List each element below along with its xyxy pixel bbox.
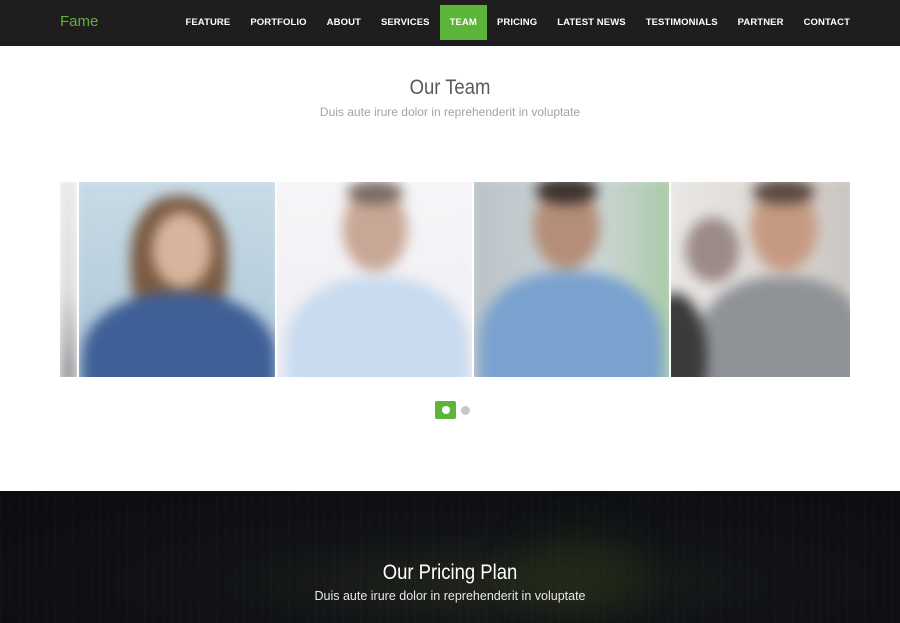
team-member-photo[interactable] bbox=[79, 182, 275, 377]
nav-item-testimonials[interactable]: TESTIMONIALS bbox=[636, 5, 728, 40]
nav-item-pricing[interactable]: PRICING bbox=[487, 5, 547, 40]
navbar: Fame FEATURE PORTFOLIO ABOUT SERVICES TE… bbox=[0, 0, 900, 46]
dot-indicator-icon bbox=[441, 406, 450, 414]
carousel-dot-active[interactable] bbox=[435, 401, 456, 419]
background-texture bbox=[0, 491, 900, 623]
nav-item-feature[interactable]: FEATURE bbox=[175, 5, 240, 40]
pricing-section-subtitle: Duis aute irure dolor in reprehenderit i… bbox=[314, 589, 586, 603]
nav-item-portfolio[interactable]: PORTFOLIO bbox=[240, 5, 316, 40]
brand-logo[interactable]: Fame bbox=[60, 13, 98, 30]
pricing-section: Our Pricing Plan Duis aute irure dolor i… bbox=[0, 491, 900, 623]
team-member-photo[interactable] bbox=[671, 182, 850, 377]
team-member-photo[interactable] bbox=[277, 182, 472, 377]
nav-item-about[interactable]: ABOUT bbox=[317, 5, 371, 40]
team-member-photo[interactable] bbox=[474, 182, 669, 377]
carousel-dot[interactable] bbox=[461, 405, 470, 415]
carousel-pagination bbox=[435, 401, 470, 419]
main-nav: FEATURE PORTFOLIO ABOUT SERVICES TEAM PR… bbox=[175, 5, 860, 40]
nav-item-team[interactable]: TEAM bbox=[439, 5, 487, 40]
nav-item-latest-news[interactable]: LATEST NEWS bbox=[547, 5, 635, 40]
nav-item-contact[interactable]: CONTACT bbox=[794, 5, 860, 40]
team-section-subtitle: Duis aute irure dolor in reprehenderit i… bbox=[319, 105, 581, 119]
pricing-section-title: Our Pricing Plan bbox=[382, 561, 518, 584]
team-member-photo[interactable] bbox=[60, 182, 77, 377]
team-section-title: Our Team bbox=[409, 76, 491, 99]
nav-item-partner[interactable]: PARTNER bbox=[728, 5, 794, 40]
nav-item-services[interactable]: SERVICES bbox=[371, 5, 440, 40]
team-carousel[interactable] bbox=[60, 182, 850, 377]
